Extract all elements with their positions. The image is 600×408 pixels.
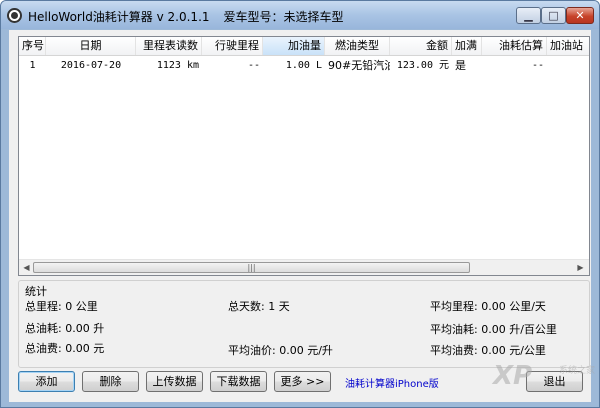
column-header-index[interactable]: 序号 [19,37,46,55]
delete-button[interactable]: 删除 [82,371,139,392]
client-area: 序号 日期 里程表读数 行驶里程 加油量 燃油类型 金额 加满 油耗估算 加油站… [9,30,591,402]
cell-fuel-amount: 1.00 L [285,60,322,71]
cell-full: 是 [455,59,466,72]
app-icon [7,8,22,23]
records-table[interactable]: 序号 日期 里程表读数 行驶里程 加油量 燃油类型 金额 加满 油耗估算 加油站… [18,36,590,276]
watermark-large-text: XP [493,361,533,391]
watermark-small-text: 系统之家 [559,366,596,376]
total-days: 总天数: 1 天 [228,300,290,313]
scroll-right-icon[interactable]: ▶ [576,263,585,272]
statistics-panel: 统计 总里程: 0 公里 总油耗: 0.00 升 总油费: 0.00 元 总天数… [18,280,590,368]
column-header-cost[interactable]: 金额 [390,37,452,55]
cell-index: 1 [29,60,36,71]
cell-date: 2016-07-20 [60,60,122,71]
app-title: HelloWorld油耗计算器 v 2.0.1.1 [28,10,210,24]
upload-data-button[interactable]: 上传数据 [146,371,203,392]
column-header-fuel-amount[interactable]: 加油量 [263,37,325,55]
column-header-odometer[interactable]: 里程表读数 [136,37,202,55]
cell-odometer: 1123 km [156,60,199,71]
cell-distance: -- [247,60,260,71]
table-header: 序号 日期 里程表读数 行驶里程 加油量 燃油类型 金额 加满 油耗估算 加油站 [19,37,589,56]
average-mileage: 平均里程: 0.00 公里/天 [430,300,546,313]
column-header-full[interactable]: 加满 [452,37,482,55]
cell-fuel-type: 90#无铅汽油 [328,59,390,72]
minimize-button[interactable]: ▁ [516,7,541,24]
horizontal-scrollbar[interactable]: ◀ ||| ▶ [19,259,589,275]
cell-station [547,57,589,74]
watermark-logo: XP 系统之家 [493,361,596,405]
iphone-version-link[interactable]: 油耗计算器iPhone版 [345,375,439,390]
cell-cost: 123.00 元 [396,60,449,71]
average-consumption: 平均油耗: 0.00 升/百公里 [430,323,557,336]
cell-consumption: -- [531,60,544,71]
total-cost: 总油费: 0.00 元 [25,342,105,355]
average-fuel-price: 平均油价: 0.00 元/升 [228,344,333,357]
main-window: HelloWorld油耗计算器 v 2.0.1.1 爱车型号：未选择车型 ▁ □ … [0,0,600,408]
column-header-distance[interactable]: 行驶里程 [202,37,263,55]
car-model-label: 爱车型号：未选择车型 [223,10,344,24]
window-title: HelloWorld油耗计算器 v 2.0.1.1 爱车型号：未选择车型 [28,8,344,25]
scroll-left-icon[interactable]: ◀ [22,263,31,272]
average-fuel-cost: 平均油费: 0.00 元/公里 [430,344,546,357]
title-bar[interactable]: HelloWorld油耗计算器 v 2.0.1.1 爱车型号：未选择车型 ▁ □ … [1,1,599,29]
close-button[interactable]: ✕ [566,7,594,24]
total-mileage: 总里程: 0 公里 [25,300,98,313]
column-header-date[interactable]: 日期 [46,37,136,55]
column-header-station[interactable]: 加油站 [547,37,589,55]
statistics-title: 统计 [25,285,47,298]
table-row[interactable]: 1 2016-07-20 1123 km -- 1.00 L 90#无铅汽油 1… [19,57,589,74]
download-data-button[interactable]: 下载数据 [210,371,267,392]
column-header-fuel-type[interactable]: 燃油类型 [325,37,390,55]
add-button[interactable]: 添加 [18,371,75,392]
more-button[interactable]: 更多 >> [274,371,331,392]
maximize-button[interactable]: □ [541,7,566,24]
column-header-consumption[interactable]: 油耗估算 [482,37,547,55]
total-fuel: 总油耗: 0.00 升 [25,322,105,335]
scroll-thumb[interactable]: ||| [33,262,470,273]
